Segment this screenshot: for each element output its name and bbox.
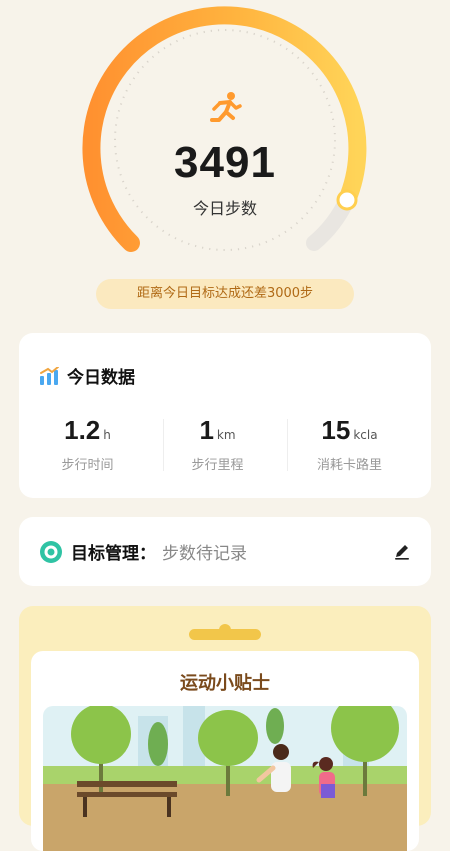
stat-label: 步行时间 [61, 458, 114, 473]
today-data-header: 今日数据 [39, 363, 135, 388]
today-steps-value: 3491 [174, 138, 276, 187]
goal-management-label: 目标管理： [71, 544, 156, 564]
stat-value: 15 [321, 415, 351, 445]
today-steps-label: 今日步数 [192, 199, 257, 218]
bar-chart-icon [40, 366, 59, 385]
stat-unit: h [103, 428, 111, 442]
sports-tips-card[interactable]: 运动小贴士 [31, 651, 419, 851]
today-data-title: 今日数据 [67, 368, 135, 388]
goal-management-card[interactable]: 目标管理： 步数待记录 [19, 517, 431, 586]
stat-walk-distance: 1 km 步行里程 [149, 415, 286, 473]
stat-label: 步行里程 [191, 458, 244, 473]
sports-tips-title: 运动小贴士 [180, 673, 270, 694]
target-icon [40, 540, 62, 563]
goal-management-row: 目标管理： 步数待记录 [39, 539, 247, 564]
park-running-illustration [43, 706, 407, 851]
edit-pen-icon[interactable] [393, 542, 411, 560]
stat-unit: kcla [353, 428, 378, 442]
today-data-card: 今日数据 1.2 h 步行时间 1 km 步行里程 15 kcla 消耗卡路里 [19, 333, 431, 498]
step-progress-gauge [82, 6, 367, 252]
hanger-decoration [189, 624, 261, 640]
stat-walk-time: 1.2 h 步行时间 [19, 415, 156, 473]
stat-calories: 15 kcla 消耗卡路里 [281, 415, 418, 473]
sports-tips-panel: 运动小贴士 [19, 606, 431, 851]
stat-value: 1.2 [64, 415, 101, 445]
goal-management-value: 步数待记录 [162, 544, 247, 564]
stat-label: 消耗卡路里 [316, 458, 382, 473]
stat-value: 1 [199, 415, 214, 445]
goal-gap-banner: 距离今日目标达成还差3000步 [96, 279, 354, 309]
runner-icon [210, 92, 242, 122]
stat-unit: km [216, 428, 236, 442]
